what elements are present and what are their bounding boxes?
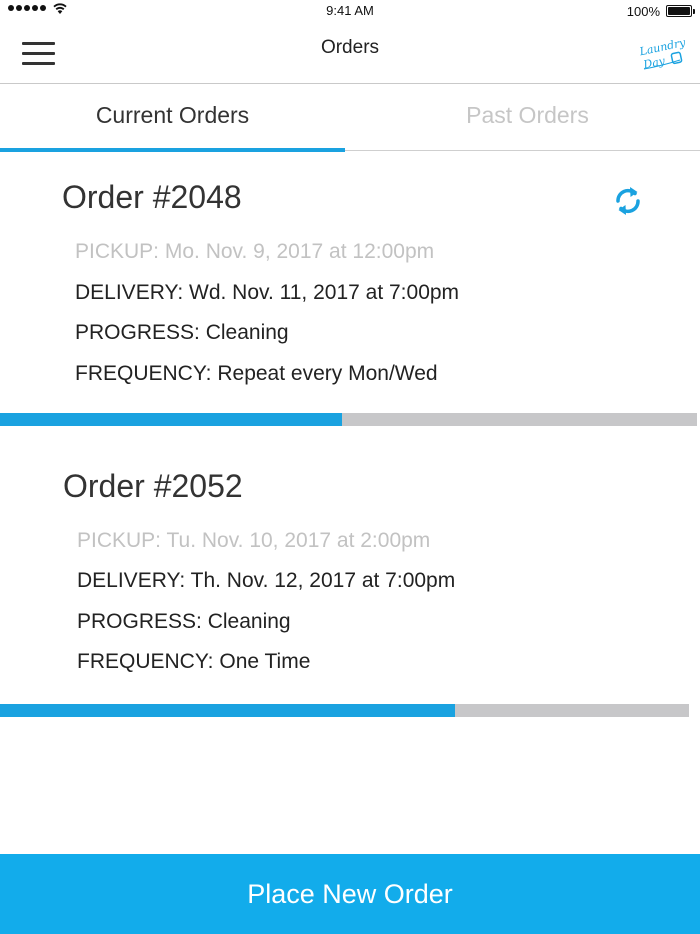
battery-icon [666, 5, 695, 17]
order-card[interactable]: Order #2052 PICKUP: Tu. Nov. 10, 2017 at… [0, 442, 700, 720]
order-title: Order #2052 [63, 468, 243, 504]
order-progress-fill [0, 413, 342, 426]
pickup-text: PICKUP: Tu. Nov. 10, 2017 at 2:00pm [77, 529, 431, 552]
navigation-bar: Orders Laundry Day [0, 22, 700, 84]
delivery-text: DELIVERY: Wd. Nov. 11, 2017 at 7:00pm [75, 281, 460, 304]
order-tabs: Current Orders Past Orders [0, 85, 700, 152]
order-progress-bar [0, 704, 689, 717]
tab-divider [345, 150, 700, 151]
status-time: 9:41 AM [326, 3, 374, 18]
delivery-text: DELIVERY: Th. Nov. 12, 2017 at 7:00pm [77, 569, 456, 592]
tab-current-orders[interactable]: Current Orders [0, 85, 345, 152]
frequency-text: FREQUENCY: Repeat every Mon/Wed [75, 362, 438, 385]
page-title: Orders [320, 37, 380, 58]
progress-text: PROGRESS: Cleaning [75, 321, 289, 344]
pickup-text: PICKUP: Mo. Nov. 9, 2017 at 12:00pm [75, 240, 435, 263]
order-title: Order #2048 [62, 179, 242, 215]
order-progress-fill [0, 704, 455, 717]
progress-text: PROGRESS: Cleaning [77, 610, 291, 633]
place-new-order-button[interactable]: Place New Order [0, 854, 700, 934]
order-card[interactable]: Order #2048 PICKUP: Mo. Nov. 9, 2017 at … [0, 152, 700, 427]
battery-percentage: 100% [626, 4, 660, 19]
refresh-icon[interactable] [609, 181, 647, 221]
laundry-day-logo: Laundry Day [637, 36, 686, 72]
orders-screen: 9:41 AM 100% Orders Laundry Day Current … [0, 0, 700, 934]
hamburger-menu-icon[interactable] [22, 42, 56, 68]
status-bar: 9:41 AM 100% [0, 0, 700, 22]
tab-past-orders[interactable]: Past Orders [355, 85, 700, 152]
order-progress-bar [0, 413, 697, 426]
frequency-text: FREQUENCY: One Time [77, 650, 311, 673]
